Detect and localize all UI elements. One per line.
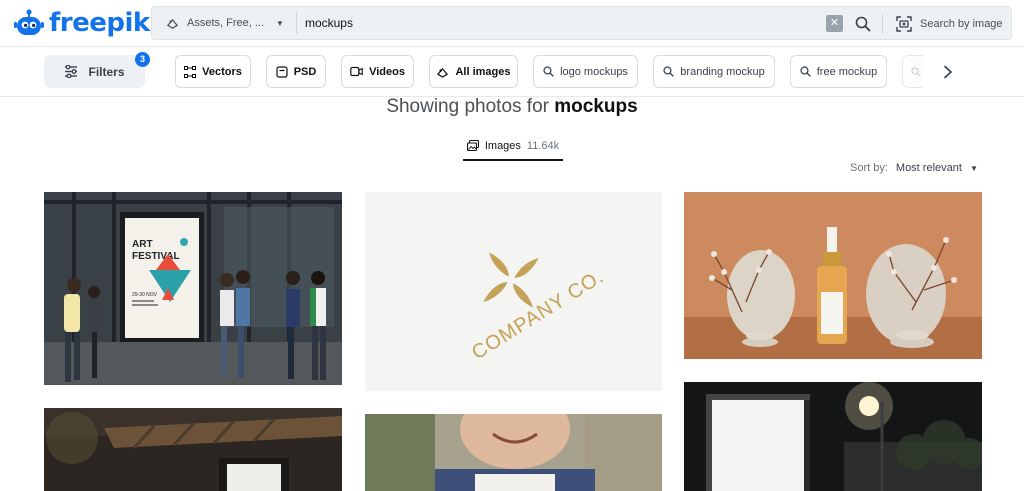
top-header: freepik Assets, Free, ... ▼ ✕ S bbox=[0, 0, 1024, 47]
image-result-gold-logo-mockup[interactable]: COMPANY CO. bbox=[365, 192, 662, 391]
psd-icon bbox=[276, 65, 288, 78]
search-icon bbox=[800, 66, 811, 77]
search-icon bbox=[911, 66, 921, 77]
freepik-robot-icon bbox=[14, 9, 44, 35]
images-icon bbox=[437, 67, 449, 78]
search-icon bbox=[855, 16, 871, 32]
chip-partially-hidden[interactable] bbox=[902, 55, 923, 88]
chevron-right-icon bbox=[944, 65, 953, 79]
chip-label: Videos bbox=[369, 65, 405, 78]
chip-label: logo mockups bbox=[560, 65, 628, 78]
chip-label: free mockup bbox=[816, 65, 878, 78]
chip-label: All images bbox=[455, 65, 511, 78]
chip-label: PSD bbox=[293, 65, 317, 78]
freepik-logo[interactable]: freepik bbox=[13, 5, 150, 41]
image-result-art-festival-poster[interactable]: ART FESTIVAL 29-30 NOV bbox=[44, 192, 342, 385]
image-result-billboard-night-mockup[interactable] bbox=[684, 382, 982, 491]
sliders-icon bbox=[65, 65, 78, 78]
chip-logo-mockups[interactable]: logo mockups bbox=[533, 55, 638, 88]
search-by-image-button[interactable]: Search by image bbox=[896, 13, 1003, 35]
image-result-serum-bottle-mockup[interactable] bbox=[684, 192, 982, 359]
chips-next-button[interactable] bbox=[936, 60, 960, 84]
search-icon bbox=[543, 66, 554, 77]
sort-control[interactable]: Sort by: Most relevant ▼ bbox=[850, 161, 978, 175]
search-icon bbox=[663, 66, 674, 77]
results-heading-query: mockups bbox=[554, 96, 638, 117]
images-tab-icon bbox=[466, 140, 479, 151]
filters-button[interactable]: Filters bbox=[44, 55, 145, 88]
chip-all-images[interactable]: All images bbox=[429, 55, 518, 88]
sort-value[interactable]: Most relevant bbox=[896, 162, 962, 174]
chip-videos[interactable]: Videos bbox=[341, 55, 414, 88]
tab-images-label: Images bbox=[484, 140, 521, 152]
clear-search-button[interactable]: ✕ bbox=[826, 15, 843, 32]
poster-title-line1: ART bbox=[132, 239, 153, 250]
filters-label: Filters bbox=[88, 64, 125, 79]
sort-label: Sort by: bbox=[850, 162, 888, 174]
poster-date: 29-30 NOV bbox=[132, 292, 158, 298]
filters-count-badge: 3 bbox=[135, 52, 150, 67]
search-button[interactable] bbox=[852, 13, 874, 35]
chip-vectors[interactable]: Vectors bbox=[175, 55, 251, 88]
vector-icon bbox=[184, 65, 197, 78]
results-heading-prefix: Showing photos for bbox=[386, 96, 549, 117]
search-divider bbox=[882, 14, 883, 34]
search-by-image-label: Search by image bbox=[920, 18, 1003, 30]
tab-images[interactable]: Images 11.64k bbox=[463, 138, 563, 161]
image-result-person-mockup[interactable] bbox=[365, 414, 662, 491]
asset-type-label: Assets, Free, ... bbox=[187, 17, 265, 29]
filter-bar: Filters 3 Vectors PSD Videos All images … bbox=[0, 48, 1024, 97]
chip-free-mockup[interactable]: free mockup bbox=[790, 55, 887, 88]
image-search-icon bbox=[896, 16, 912, 32]
chip-psd[interactable]: PSD bbox=[266, 55, 326, 88]
chevron-down-icon: ▼ bbox=[276, 18, 284, 28]
video-icon bbox=[350, 66, 363, 77]
assets-icon bbox=[166, 18, 179, 29]
results-heading: Showing photos for mockups bbox=[0, 96, 1024, 118]
chip-label: Vectors bbox=[202, 65, 242, 78]
search-bar: Assets, Free, ... ▼ ✕ Search by image bbox=[151, 6, 1012, 40]
search-input[interactable] bbox=[296, 7, 817, 39]
chip-label: branding mockup bbox=[680, 65, 765, 78]
chevron-down-icon: ▼ bbox=[969, 163, 978, 173]
logo-wordmark: freepik bbox=[49, 8, 150, 38]
image-result-bus-stop-mockup[interactable] bbox=[44, 408, 342, 491]
chip-branding-mockup[interactable]: branding mockup bbox=[653, 55, 775, 88]
tab-images-count: 11.64k bbox=[526, 140, 560, 152]
asset-type-dropdown[interactable]: Assets, Free, ... ▼ bbox=[152, 12, 297, 34]
